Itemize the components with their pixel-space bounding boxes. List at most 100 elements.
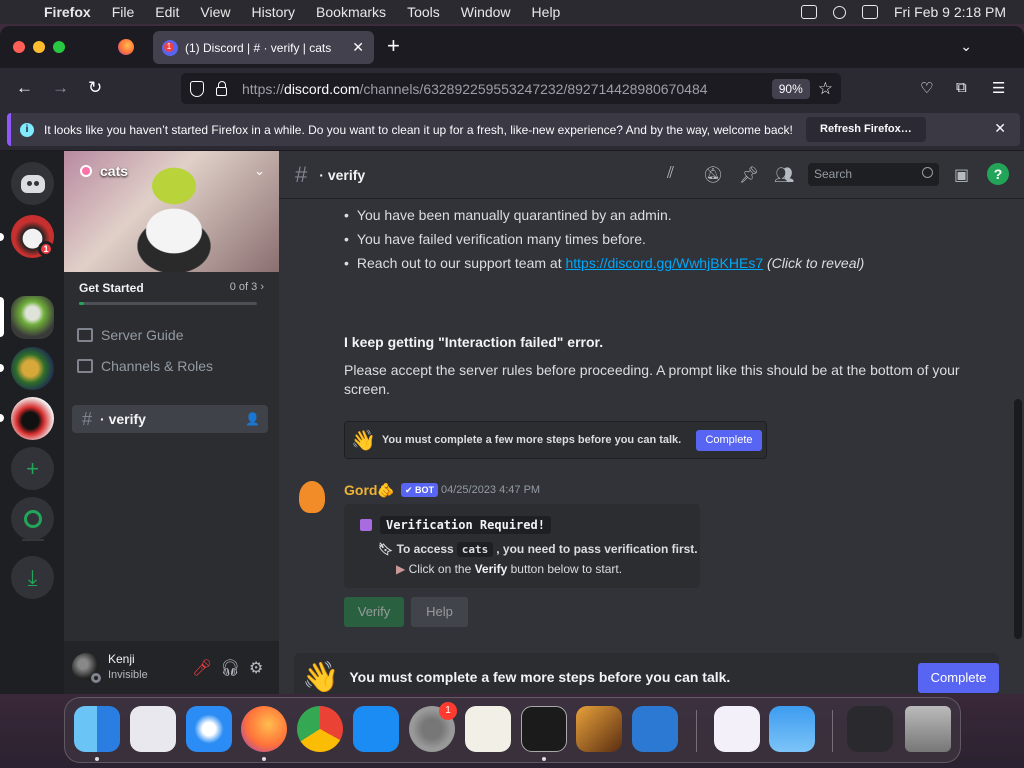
- garageband-icon[interactable]: [576, 706, 622, 752]
- lock-icon[interactable]: [216, 80, 227, 96]
- firefox-dock-icon[interactable]: [241, 706, 287, 752]
- embed-title: Verification Required!: [380, 516, 551, 534]
- menu-edit[interactable]: Edit: [155, 4, 179, 20]
- discord-favicon-icon: [162, 39, 178, 56]
- get-started-progress[interactable]: Get Started 0 of 3 ›: [79, 281, 264, 305]
- menu-app-firefox[interactable]: Firefox: [44, 4, 91, 20]
- menu-view[interactable]: View: [200, 4, 230, 20]
- trash-icon[interactable]: [905, 706, 951, 752]
- embed-line-1: 🔖︎ To access cats, you need to pass verif…: [378, 542, 698, 557]
- firefox-view-icon[interactable]: [118, 39, 134, 55]
- hamburger-menu-icon[interactable]: ☰: [992, 79, 1005, 97]
- spotlight-search-icon[interactable]: [832, 5, 846, 19]
- tracking-protection-shield-icon[interactable]: [190, 80, 204, 97]
- close-window-button[interactable]: [13, 41, 25, 53]
- pocket-icon[interactable]: ♡: [920, 79, 933, 97]
- menu-file[interactable]: File: [112, 4, 135, 20]
- click-to-reveal[interactable]: (Click to reveal): [767, 255, 864, 271]
- threads-icon[interactable]: ⫽: [667, 165, 674, 183]
- zoom-window-button[interactable]: [53, 41, 65, 53]
- faq-paragraph: Please accept the server rules before pr…: [344, 362, 960, 397]
- bookmark-star-icon[interactable]: ☆: [818, 79, 833, 99]
- server-name-header[interactable]: cats: [80, 163, 128, 179]
- recent-window-icon[interactable]: [847, 706, 893, 752]
- new-tab-button[interactable]: +: [387, 35, 400, 57]
- headphones-icon[interactable]: 🎧︎: [220, 658, 240, 678]
- hashtag-icon: #: [295, 161, 308, 187]
- explore-servers-button[interactable]: [11, 497, 54, 540]
- discord-logo-icon: [20, 174, 45, 193]
- message-author[interactable]: Gord: [344, 482, 377, 498]
- pin-icon[interactable]: 📌︎: [739, 165, 759, 185]
- add-server-icon[interactable]: +: [11, 447, 54, 490]
- discord-home-button[interactable]: [11, 162, 54, 205]
- screen-mirroring-icon[interactable]: [800, 5, 817, 19]
- menubar-clock[interactable]: Fri Feb 9 2:18 PM: [894, 4, 1006, 20]
- safari-icon[interactable]: [186, 706, 232, 752]
- sidebar-item-channels-roles[interactable]: Channels & Roles: [77, 358, 213, 374]
- complete-button[interactable]: Complete: [918, 663, 999, 693]
- scrollbar[interactable]: [1014, 399, 1022, 639]
- app-store-icon[interactable]: [353, 706, 399, 752]
- reload-icon[interactable]: ↻: [88, 78, 102, 98]
- download-apps-icon[interactable]: ⤓: [11, 556, 54, 599]
- back-arrow-icon[interactable]: ←: [16, 78, 33, 98]
- close-notification-icon[interactable]: ✕: [994, 120, 1006, 137]
- menu-help[interactable]: Help: [532, 4, 561, 20]
- finder-icon[interactable]: [74, 706, 120, 752]
- help-icon[interactable]: ?: [987, 163, 1009, 185]
- tab-discord[interactable]: (1) Discord | # · verify | cats ✕: [153, 31, 374, 64]
- channel-item-verify[interactable]: # · verify 👤: [72, 405, 268, 433]
- notification-bell-muted-icon[interactable]: 🔕︎: [703, 165, 723, 185]
- member-list-icon[interactable]: 👥︎: [774, 165, 794, 185]
- chevron-down-icon[interactable]: ⌄: [254, 163, 265, 179]
- progress-bar: [79, 302, 257, 305]
- support-link[interactable]: https://discord.gg/WwhjBKHEs7: [565, 255, 763, 271]
- example-prompt-image[interactable]: 👋 You must complete a few more steps bef…: [344, 421, 767, 459]
- close-tab-icon[interactable]: ✕: [352, 39, 364, 56]
- url-bar[interactable]: https://discord.com/channels/63289225955…: [181, 73, 841, 104]
- sidebar-item-server-guide[interactable]: Server Guide: [77, 327, 183, 343]
- gear-icon[interactable]: ⚙: [249, 658, 263, 678]
- textedit-icon[interactable]: [465, 706, 511, 752]
- verify-button[interactable]: Verify: [344, 597, 404, 627]
- chrome-icon[interactable]: [297, 706, 343, 752]
- username[interactable]: Kenji: [108, 652, 135, 666]
- minimize-window-button[interactable]: [33, 41, 45, 53]
- inbox-icon[interactable]: ▣: [954, 165, 969, 185]
- bot-avatar[interactable]: [299, 481, 325, 513]
- launchpad-icon[interactable]: [130, 706, 176, 752]
- invite-member-icon[interactable]: 👤: [245, 412, 260, 426]
- zoom-level-button[interactable]: 90%: [771, 78, 810, 99]
- vscode-icon[interactable]: [632, 706, 678, 752]
- progress-bar-fill: [79, 302, 85, 305]
- server-icon-cats[interactable]: [11, 296, 54, 339]
- menu-bookmarks[interactable]: Bookmarks: [316, 4, 386, 20]
- microphone-muted-icon[interactable]: 🎤︎: [192, 658, 212, 678]
- visual-studio-icon[interactable]: [714, 706, 760, 752]
- menu-tools[interactable]: Tools: [407, 4, 440, 20]
- server-banner[interactable]: cats ⌄: [64, 151, 279, 272]
- menu-window[interactable]: Window: [461, 4, 511, 20]
- server-icon-4[interactable]: [11, 397, 54, 440]
- list-all-tabs-chevron-icon[interactable]: ⌄: [960, 38, 972, 55]
- bookmark-icon: 🔖︎: [378, 542, 397, 556]
- firefox-notification-bar: i It looks like you haven’t started Fire…: [0, 110, 1024, 150]
- help-button[interactable]: Help: [411, 597, 468, 627]
- settings-update-badge: 1: [439, 702, 457, 720]
- list-item: You have failed verification many times …: [344, 231, 646, 247]
- server-name: cats: [100, 163, 129, 179]
- channel-name: · verify: [100, 411, 146, 427]
- forward-arrow-icon[interactable]: →: [52, 78, 69, 98]
- server-icon-3[interactable]: [11, 347, 54, 390]
- extensions-puzzle-icon[interactable]: ⧉: [956, 79, 967, 96]
- control-center-icon[interactable]: [861, 5, 878, 19]
- weather-icon[interactable]: [769, 706, 815, 752]
- url-text[interactable]: https://discord.com/channels/63289225955…: [242, 81, 772, 97]
- refresh-firefox-button[interactable]: Refresh Firefox…: [806, 117, 926, 142]
- menu-history[interactable]: History: [251, 4, 295, 20]
- notification-message: It looks like you haven’t started Firefo…: [44, 122, 793, 137]
- search-icon: [922, 167, 933, 178]
- terminal-icon[interactable]: [521, 706, 567, 752]
- search-input[interactable]: Search: [808, 163, 939, 186]
